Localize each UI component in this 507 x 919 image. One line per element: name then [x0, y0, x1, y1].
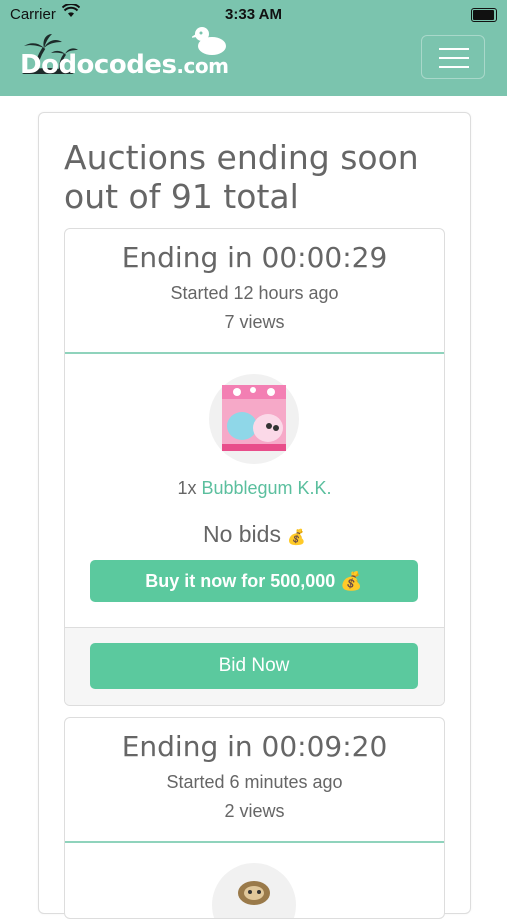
money-bag-icon: 💰	[340, 571, 363, 591]
status-bar: Carrier 3:33 AM	[0, 0, 507, 30]
title-line-2: out of 91 total	[64, 177, 299, 216]
title-line-1: Auctions ending soon	[64, 138, 419, 177]
view-count: 7 views	[224, 312, 285, 332]
clock: 3:33 AM	[225, 6, 282, 23]
auction-header: Ending in 00:00:29 Started 12 hours ago …	[65, 229, 444, 354]
hamburger-line	[439, 57, 469, 59]
bid-now-button[interactable]: Bid Now	[90, 643, 418, 689]
auction-header: Ending in 00:09:20 Started 6 minutes ago…	[65, 718, 444, 843]
buy-now-button[interactable]: Buy it now for 500,000 💰	[90, 560, 418, 602]
navbar: Dodocodes.com	[0, 27, 507, 96]
auction-footer: Bid Now	[65, 627, 444, 705]
brand-name: Dodocodes.com	[20, 50, 229, 80]
ending-countdown: Ending in 00:09:20	[121, 730, 388, 763]
brand-part-codes: codes	[93, 50, 177, 80]
auctions-card: Auctions ending soon out of 91 total End…	[38, 112, 471, 919]
money-bag-icon: 💰	[287, 529, 307, 546]
menu-button[interactable]	[421, 35, 485, 79]
item-image[interactable]	[212, 863, 296, 918]
battery-icon	[471, 8, 497, 22]
auction-card: Ending in 00:00:29 Started 12 hours ago …	[64, 228, 445, 706]
page-title: Auctions ending soon out of 91 total	[64, 138, 419, 216]
view-count: 2 views	[224, 801, 285, 821]
ending-countdown: Ending in 00:00:29	[121, 241, 388, 274]
buy-now-label: Buy it now for 500,000	[145, 571, 336, 591]
item-quantity: 1x	[177, 478, 197, 498]
started-time: Started 12 hours ago	[170, 283, 339, 303]
item-image[interactable]	[209, 374, 299, 464]
hamburger-line	[439, 48, 469, 50]
auction-card: Ending in 00:09:20 Started 6 minutes ago…	[64, 717, 445, 919]
brand-part-com: .com	[176, 54, 229, 78]
bid-count: No bids	[202, 521, 281, 547]
item-line: 1x Bubblegum K.K.	[65, 478, 444, 499]
brand-part-dodo: Dodo	[20, 50, 94, 80]
brand-logo[interactable]: Dodocodes.com	[20, 27, 229, 90]
item-name-link[interactable]: Bubblegum K.K.	[201, 478, 331, 498]
started-time: Started 6 minutes ago	[166, 772, 343, 792]
bid-status: No bids 💰	[65, 521, 444, 548]
hamburger-line	[439, 66, 469, 68]
